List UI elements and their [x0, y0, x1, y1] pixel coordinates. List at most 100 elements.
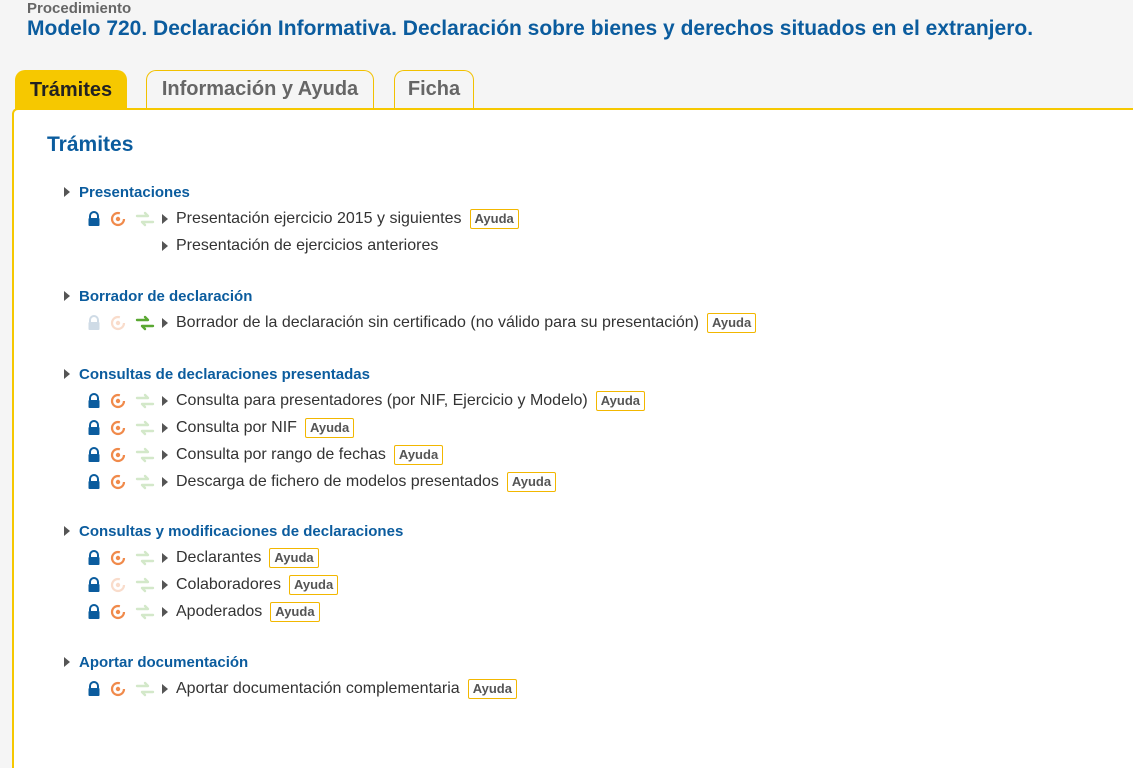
section-5-toggle[interactable]: Aportar documentación [64, 652, 248, 672]
help-button[interactable]: Ayuda [467, 679, 517, 699]
procedure-label: Aportar documentación complementaria [176, 680, 460, 697]
transfer-arrows-icon [134, 678, 158, 700]
procedure-label: Colaboradores [176, 576, 281, 593]
transfer-arrows-icon [134, 471, 158, 493]
procedure-link[interactable]: Descarga de fichero de modelos presentad… [162, 473, 499, 491]
procedure-row: Colaboradores Ayuda [86, 574, 339, 596]
expand-triangle-icon [162, 684, 168, 694]
help-button[interactable]: Ayuda [706, 313, 757, 333]
procedure-label: Declarantes [176, 549, 262, 566]
procedure-link[interactable]: Consulta por rango de fechas [162, 446, 386, 464]
transfer-arrows-icon [134, 574, 158, 596]
expand-triangle-icon [162, 241, 168, 251]
transfer-arrows-icon [134, 444, 158, 466]
lock-icon[interactable] [86, 547, 110, 569]
certificate-icon[interactable] [110, 601, 134, 623]
procedure-row: Consulta para presentadores (por NIF, Ej… [86, 390, 645, 412]
certificate-icon[interactable] [110, 208, 134, 230]
procedure-label: Consulta por rango de fechas [176, 446, 386, 463]
procedure-link[interactable]: Colaboradores [162, 576, 281, 594]
procedure-row: Consulta por NIF Ayuda [86, 417, 355, 439]
procedure-link[interactable]: Aportar documentación complementaria [162, 680, 460, 698]
expand-triangle-icon [162, 423, 168, 433]
transfer-arrows-icon [134, 390, 158, 412]
section-title: Consultas y modificaciones de declaracio… [79, 522, 404, 540]
tab-informacion-ayuda[interactable]: Información y Ayuda [146, 70, 374, 108]
expand-triangle-icon [162, 318, 168, 328]
help-button[interactable]: Ayuda [506, 472, 557, 492]
procedure-row: Presentación ejercicio 2015 y siguientes… [86, 208, 519, 230]
procedure-row: Consulta por rango de fechas Ayuda [86, 444, 444, 466]
tab-ficha[interactable]: Ficha [394, 70, 474, 108]
expand-triangle-icon [162, 450, 168, 460]
procedure-row: Descarga de fichero de modelos presentad… [86, 471, 557, 493]
help-button[interactable]: Ayuda [469, 209, 519, 229]
help-button[interactable]: Ayuda [288, 575, 339, 595]
tab-tramites[interactable]: Trámites [15, 70, 127, 110]
page-title: Modelo 720. Declaración Informativa. Dec… [27, 17, 1034, 40]
lock-icon[interactable] [86, 444, 110, 466]
procedure-row: Apoderados Ayuda [86, 601, 320, 623]
certificate-icon[interactable] [110, 678, 134, 700]
lock-icon[interactable] [86, 574, 110, 596]
expand-triangle-icon [162, 396, 168, 406]
procedure-link[interactable]: Presentación ejercicio 2015 y siguientes [162, 210, 462, 228]
transfer-arrows-icon [134, 417, 158, 439]
procedure-link[interactable]: Consulta por NIF [162, 419, 297, 437]
expand-triangle-icon [162, 477, 168, 487]
procedure-row: Presentación de ejercicios anteriores [86, 235, 438, 257]
lock-icon[interactable] [86, 417, 110, 439]
lock-icon[interactable] [86, 678, 110, 700]
certificate-icon[interactable] [110, 417, 134, 439]
transfer-arrows-icon [134, 208, 158, 230]
transfer-arrows-icon[interactable] [134, 312, 158, 334]
section-2-toggle[interactable]: Borrador de declaración [64, 286, 252, 306]
expand-triangle-icon [64, 369, 70, 379]
lock-icon [86, 312, 110, 334]
certificate-icon[interactable] [110, 471, 134, 493]
expand-triangle-icon [64, 526, 70, 536]
help-button[interactable]: Ayuda [595, 391, 645, 411]
lock-icon[interactable] [86, 601, 110, 623]
help-button[interactable]: Ayuda [304, 418, 355, 438]
lock-icon[interactable] [86, 471, 110, 493]
help-button[interactable]: Ayuda [393, 445, 444, 465]
expand-triangle-icon [162, 580, 168, 590]
lock-icon[interactable] [86, 390, 110, 412]
section-title: Borrador de declaración [79, 287, 253, 305]
procedure-label: Presentación ejercicio 2015 y siguientes [176, 210, 462, 227]
procedure-label: Presentación de ejercicios anteriores [176, 237, 439, 254]
procedure-row: Borrador de la declaración sin certifica… [86, 312, 757, 334]
procedure-label: Apoderados [176, 603, 263, 620]
certificate-icon[interactable] [110, 547, 134, 569]
procedure-label: Consulta para presentadores (por NIF, Ej… [176, 392, 588, 409]
expand-triangle-icon [162, 214, 168, 224]
expand-triangle-icon [162, 607, 168, 617]
panel-title: Trámites [47, 133, 134, 156]
procedure-row: Aportar documentación complementaria Ayud… [86, 678, 517, 700]
certificate-icon[interactable] [110, 390, 134, 412]
procedure-link[interactable]: Presentación de ejercicios anteriores [162, 237, 438, 255]
help-button[interactable]: Ayuda [270, 602, 320, 622]
procedure-link[interactable]: Declarantes [162, 549, 261, 567]
lock-icon[interactable] [86, 208, 110, 230]
procedure-link[interactable]: Apoderados [162, 603, 262, 621]
expand-triangle-icon [64, 291, 70, 301]
transfer-arrows-icon [134, 547, 158, 569]
section-4-toggle[interactable]: Consultas y modificaciones de declaracio… [64, 521, 403, 541]
section-3-toggle[interactable]: Consultas de declaraciones presentadas [64, 364, 370, 384]
procedure-label: Procedimiento [27, 0, 132, 17]
section-1-toggle[interactable]: Presentaciones [64, 182, 190, 202]
procedure-label: Consulta por NIF [176, 419, 297, 436]
help-button[interactable]: Ayuda [269, 548, 319, 568]
expand-triangle-icon [64, 657, 70, 667]
certificate-icon [110, 574, 134, 596]
section-title: Consultas de declaraciones presentadas [79, 365, 370, 383]
procedure-row: Declarantes Ayuda [86, 547, 319, 569]
transfer-arrows-icon [134, 601, 158, 623]
procedure-link[interactable]: Consulta para presentadores (por NIF, Ej… [162, 392, 588, 410]
certificate-icon[interactable] [110, 444, 134, 466]
procedure-link[interactable]: Borrador de la declaración sin certifica… [162, 314, 699, 332]
section-title: Presentaciones [79, 183, 190, 201]
section-title: Aportar documentación [79, 653, 249, 671]
